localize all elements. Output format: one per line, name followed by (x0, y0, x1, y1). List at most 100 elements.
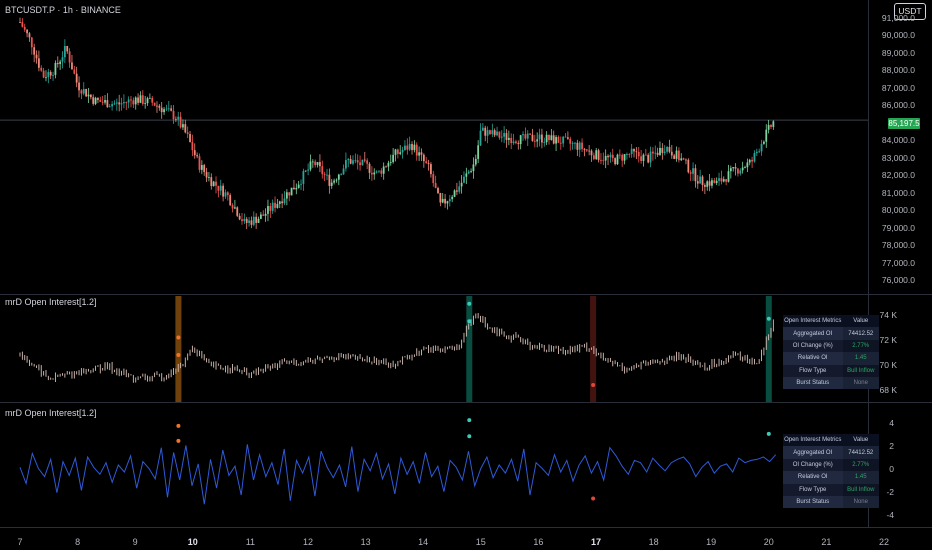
candle-body (144, 103, 147, 104)
candle-body (569, 138, 572, 144)
metrics-header-value: Value (842, 315, 879, 328)
candle-body (507, 137, 510, 140)
candle-body (576, 142, 579, 150)
time-tick-label: 14 (418, 537, 429, 547)
candle-body (113, 103, 116, 105)
candle-body (99, 99, 102, 102)
candle-body (680, 158, 683, 161)
candle-body (763, 141, 765, 144)
candle-body (89, 94, 92, 98)
candle-body (160, 107, 163, 113)
candle-body (758, 151, 761, 153)
candle-body (510, 137, 513, 144)
candle-body (193, 150, 196, 156)
candle-body (600, 159, 602, 161)
candle-body (661, 147, 664, 153)
candle-body (290, 187, 293, 196)
time-tick-label: 18 (648, 537, 659, 547)
candle-body (399, 152, 402, 154)
time-tick-label: 12 (302, 537, 313, 547)
candle-body (30, 37, 33, 48)
candle-body (699, 176, 702, 184)
candle-body (401, 150, 404, 153)
candle-body (165, 108, 168, 110)
metric-key: Relative OI (783, 352, 843, 365)
candle-body (123, 102, 125, 104)
candle-body (659, 147, 661, 155)
candle-body (172, 110, 175, 120)
candle-body (741, 167, 744, 171)
metric-key: Burst Status (783, 376, 843, 390)
candle-body (56, 62, 59, 65)
candle-body (387, 162, 390, 167)
candle-body (628, 154, 631, 155)
candle-body (444, 198, 446, 204)
candle-body (673, 155, 676, 159)
candle-body (753, 153, 756, 162)
metrics-header-key: Open Interest Metrics (783, 434, 843, 447)
metric-key: Aggregated OI (783, 446, 843, 459)
candle-body (668, 146, 671, 152)
candle-body (63, 46, 66, 58)
last-price-tag: 85,197.5 (888, 118, 920, 129)
burst-marker (467, 319, 472, 324)
candle-body (28, 33, 31, 38)
candle-body (94, 97, 97, 104)
candle-body (729, 168, 732, 172)
candle-body (307, 169, 310, 171)
candle-body (432, 174, 435, 184)
burst-marker (176, 353, 181, 357)
metric-value: 74412.52 (842, 327, 879, 340)
metric-value: 1.45 (842, 352, 879, 365)
candle-body (104, 100, 106, 103)
candle-body (722, 179, 725, 182)
candle-body (592, 155, 595, 160)
price-tick-label: 83,000.0 (881, 152, 915, 163)
candle-body (439, 193, 442, 203)
price-tick-label: 82,000.0 (881, 170, 915, 181)
candle-body (210, 177, 213, 187)
candle-body (321, 166, 324, 175)
candle-body (647, 154, 650, 163)
candle-body (512, 141, 515, 144)
candle-body (255, 216, 258, 223)
candle-body (248, 220, 250, 223)
candle-body (179, 116, 182, 128)
candle-body (720, 178, 723, 182)
candle-body (491, 130, 494, 135)
candle-body (609, 154, 612, 158)
candle-body (241, 219, 243, 222)
candle-body (146, 98, 149, 104)
candle-body (652, 151, 654, 154)
candle-body (607, 155, 609, 158)
candle-body (215, 181, 217, 186)
candle-body (224, 192, 227, 197)
candle-body (515, 141, 517, 144)
candle-body (500, 136, 503, 138)
candle-body (396, 149, 399, 154)
pane2-title: mrD Open Interest[1.2] (5, 408, 97, 418)
candle-body (373, 172, 376, 175)
candle-body (618, 154, 621, 156)
candle-body (184, 124, 187, 133)
price-tick-label: 84,000.0 (881, 135, 915, 146)
candle-body (479, 130, 482, 146)
candle-body (666, 146, 668, 152)
candle-body (578, 142, 581, 150)
candle-body (472, 164, 475, 172)
metric-key: Relative OI (783, 471, 843, 484)
candle-body (217, 185, 220, 191)
metrics-table-pane1: Open Interest Metrics Value Aggregated OI… (783, 315, 879, 390)
candle-body (538, 134, 541, 140)
time-tick-label: 9 (132, 537, 138, 547)
candle-body (654, 152, 657, 154)
candle-body (80, 90, 83, 94)
candle-body (616, 154, 619, 165)
candle-body (245, 218, 248, 223)
candle-body (725, 179, 728, 182)
time-tick-label: 10 (187, 537, 198, 547)
candle-body (42, 70, 45, 78)
candle-body (61, 57, 64, 62)
candle-body (97, 97, 99, 100)
metric-key: Flow Type (783, 483, 843, 496)
